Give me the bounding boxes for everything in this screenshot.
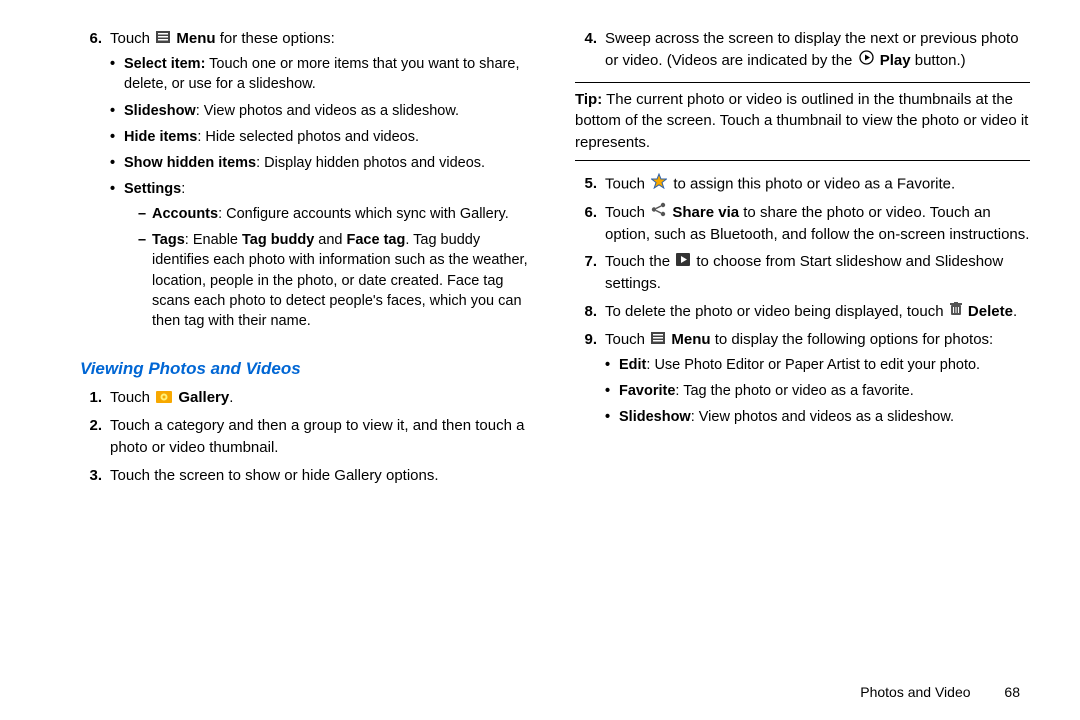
rstep-5: 5. Touch to assign this photo or video a… xyxy=(575,173,1030,196)
vstep-2: 2. Touch a category and then a group to … xyxy=(80,415,535,459)
dash-tags: Tags: Enable Tag buddy and Face tag. Tag… xyxy=(138,230,535,331)
text: Touch xyxy=(110,30,154,47)
settings-sublist: Accounts: Configure accounts which sync … xyxy=(124,204,535,332)
right-main-list-b: 5. Touch to assign this photo or video a… xyxy=(575,173,1030,434)
trash-icon xyxy=(950,301,962,323)
step-body: Touch to assign this photo or video as a… xyxy=(605,173,1030,196)
text: for these options: xyxy=(220,30,335,47)
footer-section: Photos and Video xyxy=(860,684,970,700)
bullet-show-hidden: Show hidden items: Display hidden photos… xyxy=(110,153,535,173)
dash-accounts: Accounts: Configure accounts which sync … xyxy=(138,204,535,224)
left-main-list: 6. Touch Menu for these options: Select … xyxy=(80,28,535,337)
menu-icon xyxy=(156,28,170,50)
step-body: Touch Share via to share the photo or vi… xyxy=(605,202,1030,246)
right-column: 4. Sweep across the screen to display th… xyxy=(575,28,1030,660)
tip-text: The current photo or video is outlined i… xyxy=(575,91,1028,152)
gallery-icon xyxy=(156,388,172,410)
bullet-edit: Edit: Use Photo Editor or Paper Artist t… xyxy=(605,355,1030,375)
step-6: 6. Touch Menu for these options: Select … xyxy=(80,28,535,337)
step-number: 7. xyxy=(575,251,597,295)
step-body: To delete the photo or video being displ… xyxy=(605,301,1030,323)
rstep-9: 9. Touch Menu to display the following o… xyxy=(575,329,1030,434)
step-body: Touch the screen to show or hide Gallery… xyxy=(110,465,535,487)
bullet-favorite: Favorite: Tag the photo or video as a fa… xyxy=(605,381,1030,401)
rstep-8: 8. To delete the photo or video being di… xyxy=(575,301,1030,323)
bullet-slideshow: Slideshow: View photos and videos as a s… xyxy=(605,407,1030,427)
rstep-4: 4. Sweep across the screen to display th… xyxy=(575,28,1030,72)
step-number: 4. xyxy=(575,28,597,72)
page-footer: Photos and Video 68 xyxy=(860,684,1020,700)
step-number: 6. xyxy=(80,28,102,337)
step-body: Sweep across the screen to display the n… xyxy=(605,28,1030,72)
bullet-select-item: Select item: Touch one or more items tha… xyxy=(110,54,535,95)
menu-label: Menu xyxy=(176,30,215,47)
section-heading: Viewing Photos and Videos xyxy=(80,359,535,379)
rstep-7: 7. Touch the to choose from Start slides… xyxy=(575,251,1030,295)
step-body: Touch the to choose from Start slideshow… xyxy=(605,251,1030,295)
step-number: 9. xyxy=(575,329,597,434)
vstep-1: 1. Touch Gallery. xyxy=(80,387,535,409)
viewing-list: 1. Touch Gallery. 2. Touch a category an… xyxy=(80,387,535,486)
step6-bullets: Select item: Touch one or more items tha… xyxy=(110,54,535,332)
bullet-slideshow: Slideshow: View photos and videos as a s… xyxy=(110,101,535,121)
bullet-hide-items: Hide items: Hide selected photos and vid… xyxy=(110,127,535,147)
step-number: 5. xyxy=(575,173,597,196)
bullet-settings: Settings: Accounts: Configure accounts w… xyxy=(110,179,535,331)
step-number: 1. xyxy=(80,387,102,409)
step-body: Touch a category and then a group to vie… xyxy=(110,415,535,459)
step-number: 3. xyxy=(80,465,102,487)
manual-page: 6. Touch Menu for these options: Select … xyxy=(0,0,1080,680)
share-icon xyxy=(651,202,666,224)
step-number: 6. xyxy=(575,202,597,246)
menu-icon xyxy=(651,329,665,351)
star-icon xyxy=(651,173,667,196)
step-body: Touch Menu for these options: Select ite… xyxy=(110,28,535,337)
step-body: Touch Menu to display the following opti… xyxy=(605,329,1030,434)
slideshow-play-icon xyxy=(676,251,690,273)
left-column: 6. Touch Menu for these options: Select … xyxy=(80,28,535,660)
play-icon xyxy=(859,50,874,72)
step-number: 2. xyxy=(80,415,102,459)
vstep-3: 3. Touch the screen to show or hide Gall… xyxy=(80,465,535,487)
step-number: 8. xyxy=(575,301,597,323)
right-main-list-a: 4. Sweep across the screen to display th… xyxy=(575,28,1030,72)
rstep-6: 6. Touch Share via to share the photo or… xyxy=(575,202,1030,246)
tip-label: Tip: xyxy=(575,91,602,108)
step-body: Touch Gallery. xyxy=(110,387,535,409)
step9-bullets: Edit: Use Photo Editor or Paper Artist t… xyxy=(605,355,1030,428)
footer-page-number: 68 xyxy=(1004,684,1020,700)
tip-box: Tip: The current photo or video is outli… xyxy=(575,82,1030,161)
